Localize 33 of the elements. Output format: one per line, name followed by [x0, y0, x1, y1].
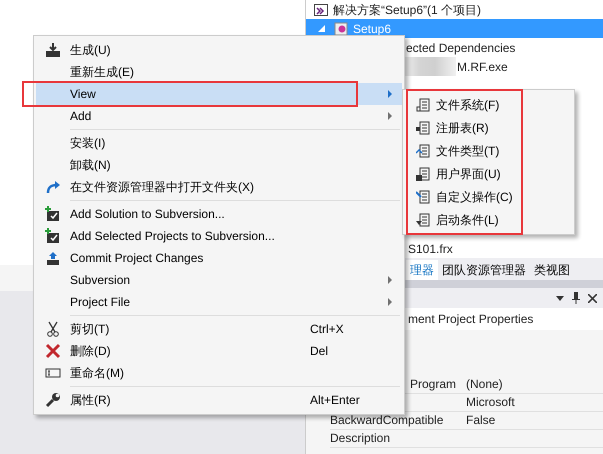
property-name: Description [330, 430, 392, 447]
property-name: BackwardCompatible [330, 412, 444, 429]
tree-label: 解决方案“Setup6”(1 个项目) [333, 2, 482, 18]
menu-item[interactable]: 属性(R) Alt+Enter [36, 389, 402, 411]
tree-label: S101.frx [408, 240, 453, 258]
menu-item[interactable]: 卸载(N) [36, 154, 402, 176]
menu-item[interactable]: 安装(I) [36, 132, 402, 154]
menu-item[interactable]: View [36, 83, 402, 105]
menu-item[interactable]: 文件系统(F) [410, 93, 506, 116]
property-value: (None) [465, 376, 503, 393]
property-value: Microsoft [465, 394, 515, 411]
menu-item[interactable]: 重命名(M) [36, 362, 402, 384]
blurred-file-name: M.RF.exe [457, 58, 508, 76]
menu-item[interactable]: 在文件资源管理器中打开文件夹(X) [36, 176, 402, 198]
panel-tab[interactable]: 类视图 [530, 260, 574, 280]
panel-tab[interactable]: 理器 [406, 260, 438, 280]
menu-item[interactable]: Commit Project Changes [36, 247, 402, 269]
menu-item[interactable]: 文件类型(T) [410, 139, 506, 162]
menu-item[interactable]: 启动条件(L) [410, 208, 505, 231]
menu-item[interactable]: Add Selected Projects to Subversion... [36, 225, 402, 247]
panel-tab[interactable]: 团队资源管理器 [438, 260, 530, 280]
tree-item[interactable]: 解决方案“Setup6”(1 个项目) [306, 0, 603, 19]
property-name: Program [408, 376, 457, 393]
tree-label: Setup6 [353, 20, 392, 38]
menu-item[interactable]: 删除(D) Del [36, 340, 402, 362]
menu-item[interactable]: Subversion [36, 269, 402, 291]
menu-item[interactable]: Add [36, 105, 402, 127]
menu-item[interactable]: 用户界面(U) [410, 162, 507, 185]
menu-item[interactable]: Add Solution to Subversion... [36, 203, 402, 225]
menu-item[interactable]: 注册表(R) [410, 116, 495, 139]
menu-item[interactable]: 自定义操作(C) [410, 185, 519, 208]
tree-label: ected Dependencies [406, 40, 516, 56]
property-value: False [465, 412, 496, 429]
